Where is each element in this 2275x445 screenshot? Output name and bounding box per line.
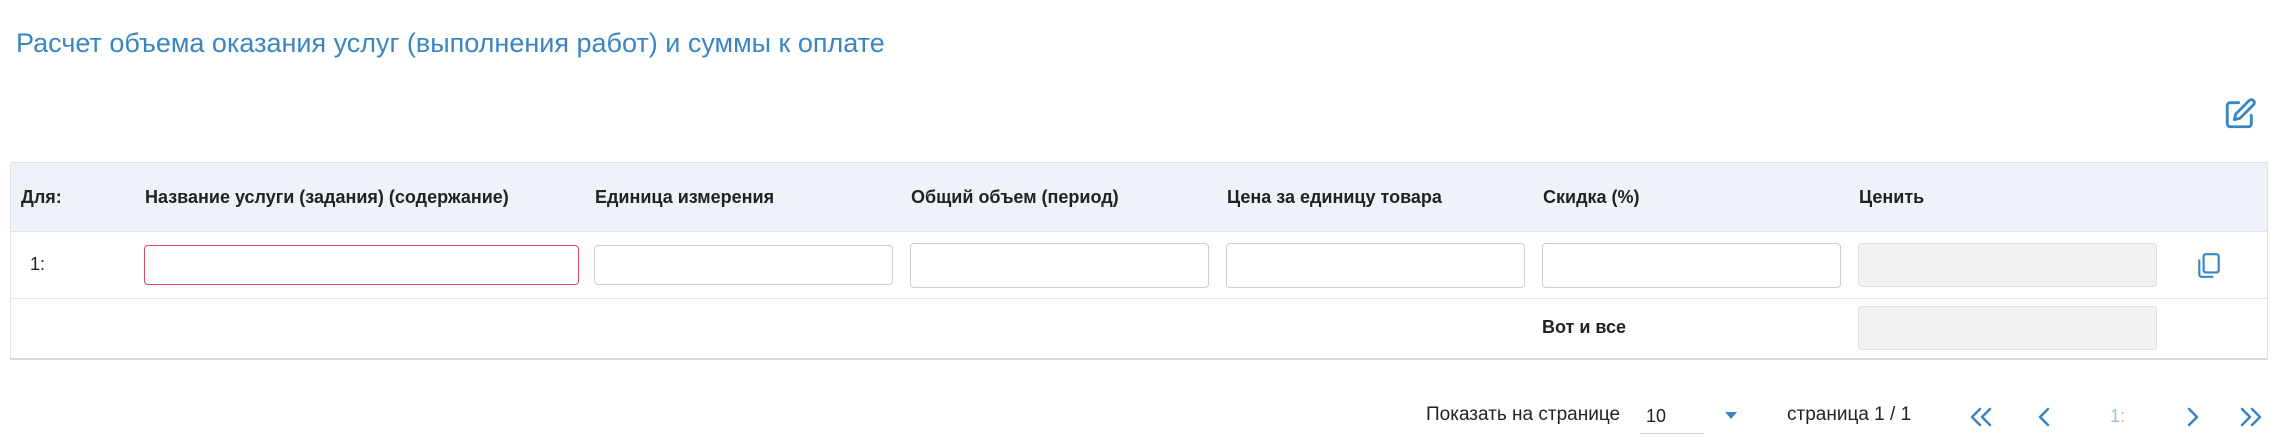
edit-icon[interactable]: [2220, 94, 2260, 134]
copy-icon[interactable]: [2193, 250, 2225, 282]
price-input[interactable]: [1226, 243, 1525, 288]
column-header-volume: Общий объем (период): [911, 187, 1119, 207]
total-label: Вот и все: [1542, 317, 1627, 337]
column-header-service: Название услуги (задания) (содержание): [145, 187, 509, 207]
table-row: 1:: [11, 232, 2267, 299]
current-page: 1:: [2110, 406, 2126, 426]
column-header-value: Ценить: [1859, 187, 1925, 207]
page-title: Расчет объема оказания услуг (выполнения…: [16, 28, 885, 58]
double-chevron-right-icon[interactable]: [2236, 402, 2266, 432]
table-header: Для: Название услуги (задания) (содержан…: [11, 163, 2267, 232]
double-chevron-left-icon[interactable]: [1966, 402, 1996, 432]
chevron-right-icon[interactable]: [2177, 402, 2207, 432]
column-header-unit: Единица измерения: [595, 187, 775, 207]
service-name-input[interactable]: [144, 245, 579, 285]
unit-input[interactable]: [594, 245, 893, 285]
row-number: 1:: [30, 254, 46, 274]
page-size-label: Показать на странице: [1426, 404, 1621, 425]
total-row: Вот и все: [11, 299, 2267, 359]
chevron-down-icon[interactable]: [1725, 412, 1737, 419]
page-size-select[interactable]: 10: [1640, 398, 1704, 434]
page-info: страница 1 / 1: [1787, 404, 1912, 425]
discount-input[interactable]: [1542, 243, 1841, 288]
column-header-discount: Скидка (%): [1543, 187, 1640, 207]
column-header-for: Для:: [21, 187, 62, 207]
total-value-field: [1858, 306, 2157, 350]
column-header-price: Цена за единицу товара: [1227, 187, 1442, 207]
value-field: [1858, 243, 2157, 287]
chevron-left-icon[interactable]: [2030, 402, 2060, 432]
volume-input[interactable]: [910, 243, 1209, 288]
services-table: Для: Название услуги (задания) (содержан…: [10, 162, 2268, 360]
